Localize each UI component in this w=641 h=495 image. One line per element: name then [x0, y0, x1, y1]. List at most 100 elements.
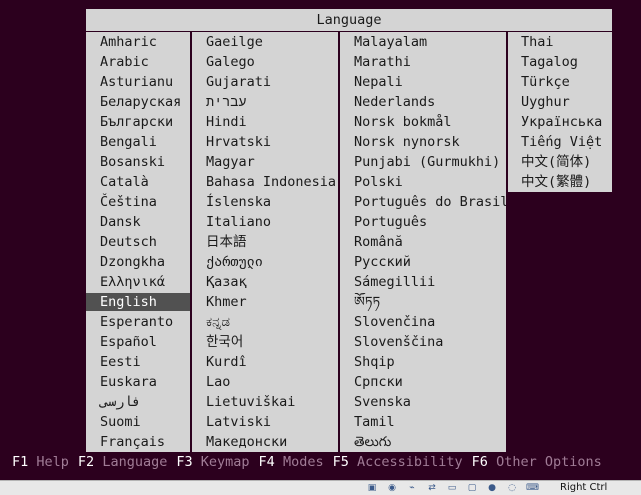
- language-option[interactable]: 中文(简体): [508, 153, 612, 171]
- language-option[interactable]: Norsk nynorsk: [340, 133, 506, 151]
- language-option[interactable]: עברית: [192, 93, 338, 111]
- language-option[interactable]: Gaeilge: [192, 33, 338, 51]
- language-option[interactable]: Català: [86, 173, 190, 191]
- function-key-code: F6: [471, 454, 488, 470]
- language-option[interactable]: Galego: [192, 53, 338, 71]
- language-option[interactable]: ༀཏཏ: [340, 293, 506, 311]
- language-option[interactable]: Dansk: [86, 213, 190, 231]
- language-option[interactable]: Nepali: [340, 73, 506, 91]
- language-option[interactable]: Español: [86, 333, 190, 351]
- language-option[interactable]: Български: [86, 113, 190, 131]
- language-option[interactable]: Polski: [340, 173, 506, 191]
- language-option[interactable]: Sámegillii: [340, 273, 506, 291]
- language-column-1: Amharic Arabic Asturianu Беларуская Българск…: [86, 32, 190, 452]
- language-option[interactable]: Slovenčina: [340, 313, 506, 331]
- language-option[interactable]: Arabic: [86, 53, 190, 71]
- video-capture-icon[interactable]: ●: [486, 483, 498, 494]
- language-option[interactable]: Bahasa Indonesia: [192, 173, 338, 191]
- language-option[interactable]: Deutsch: [86, 233, 190, 251]
- function-key-label: Other Options: [496, 454, 602, 470]
- language-option[interactable]: Asturianu: [86, 73, 190, 91]
- language-option[interactable]: Punjabi (Gurmukhi): [340, 153, 506, 171]
- language-option[interactable]: Hindi: [192, 113, 338, 131]
- function-key-f3[interactable]: F3 Keymap: [176, 454, 249, 470]
- language-option[interactable]: Hrvatski: [192, 133, 338, 151]
- language-option[interactable]: Íslenska: [192, 193, 338, 211]
- language-option[interactable]: తెలుగు: [340, 433, 506, 451]
- language-option[interactable]: Magyar: [192, 153, 338, 171]
- language-option[interactable]: Português do Brasil: [340, 193, 506, 211]
- keyboard-capture-icon[interactable]: ⌨: [526, 483, 539, 494]
- language-option[interactable]: Kurdî: [192, 353, 338, 371]
- language-option[interactable]: Svenska: [340, 393, 506, 411]
- function-key-code: F1: [12, 454, 29, 470]
- language-option[interactable]: فارسی: [86, 393, 190, 411]
- language-option[interactable]: Uyghur: [508, 93, 612, 111]
- language-option[interactable]: Français: [86, 433, 190, 451]
- language-column-3: Malayalam Marathi Nepali Nederlands Norsk bo…: [340, 32, 506, 452]
- function-key-bar: F1 Help F2 Language F3 Keymap F4 Modes F5 Ac…: [12, 453, 611, 471]
- function-key-label: Help: [36, 454, 69, 470]
- language-option[interactable]: Latviski: [192, 413, 338, 431]
- function-key-f4[interactable]: F4 Modes: [259, 454, 324, 470]
- language-option[interactable]: Қазақ: [192, 273, 338, 291]
- function-key-f1[interactable]: F1 Help: [12, 454, 69, 470]
- language-option[interactable]: Italiano: [192, 213, 338, 231]
- language-option[interactable]: Shqip: [340, 353, 506, 371]
- language-option[interactable]: Lietuviškai: [192, 393, 338, 411]
- function-key-code: F4: [258, 454, 275, 470]
- language-option[interactable]: Lao: [192, 373, 338, 391]
- language-option[interactable]: Português: [340, 213, 506, 231]
- language-option[interactable]: Македонски: [192, 433, 338, 451]
- language-option[interactable]: Marathi: [340, 53, 506, 71]
- function-key-code: F5: [332, 454, 349, 470]
- language-option[interactable]: ქართული: [192, 253, 338, 271]
- language-option[interactable]: Türkçe: [508, 73, 612, 91]
- language-option[interactable]: ಕನ್ನಡ: [192, 313, 338, 331]
- mouse-integration-icon[interactable]: ◌: [506, 483, 518, 494]
- network-icon[interactable]: ⇄: [426, 483, 438, 494]
- function-key-label: Accessibility: [357, 454, 463, 470]
- language-option[interactable]: Українська: [508, 113, 612, 131]
- function-key-f2[interactable]: F2 Language: [78, 454, 167, 470]
- language-option[interactable]: Nederlands: [340, 93, 506, 111]
- language-option[interactable]: Euskara: [86, 373, 190, 391]
- language-option[interactable]: Tamil: [340, 413, 506, 431]
- language-option[interactable]: Eesti: [86, 353, 190, 371]
- language-option[interactable]: Slovenščina: [340, 333, 506, 351]
- language-option[interactable]: Thai: [508, 33, 612, 51]
- language-option[interactable]: Dzongkha: [86, 253, 190, 271]
- usb-icon[interactable]: ⌁: [406, 483, 418, 494]
- language-option[interactable]: Română: [340, 233, 506, 251]
- language-option[interactable]: Suomi: [86, 413, 190, 431]
- function-key-f6[interactable]: F6 Other Options: [472, 454, 602, 470]
- vm-status-bar: ▣ ◉ ⌁ ⇄ ▭ ▢ ● ◌ ⌨ Right Ctrl: [0, 480, 641, 495]
- display-icon[interactable]: ▢: [466, 483, 478, 494]
- cd-icon[interactable]: ◉: [386, 483, 398, 494]
- language-option[interactable]: Српски: [340, 373, 506, 391]
- host-key-label: Right Ctrl: [560, 482, 608, 493]
- language-option-selected[interactable]: English: [86, 293, 190, 311]
- language-option[interactable]: 한국어: [192, 333, 338, 351]
- shared-folder-icon[interactable]: ▭: [446, 483, 458, 494]
- function-key-label: Modes: [282, 454, 324, 470]
- language-option[interactable]: Bengali: [86, 133, 190, 151]
- hard-disk-icon[interactable]: ▣: [366, 483, 378, 494]
- language-option[interactable]: Tiếng Việt: [508, 133, 612, 151]
- language-option[interactable]: Norsk bokmål: [340, 113, 506, 131]
- function-key-f5[interactable]: F5 Accessibility: [333, 454, 463, 470]
- language-option[interactable]: Esperanto: [86, 313, 190, 331]
- language-option[interactable]: Bosanski: [86, 153, 190, 171]
- language-option[interactable]: Tagalog: [508, 53, 612, 71]
- language-option[interactable]: 日本語: [192, 233, 338, 251]
- language-option[interactable]: 中文(繁體): [508, 173, 612, 191]
- language-option[interactable]: Amharic: [86, 33, 190, 51]
- language-option[interactable]: Беларуская: [86, 93, 190, 111]
- language-option[interactable]: Gujarati: [192, 73, 338, 91]
- language-option[interactable]: Čeština: [86, 193, 190, 211]
- language-option[interactable]: Malayalam: [340, 33, 506, 51]
- language-option[interactable]: Khmer: [192, 293, 338, 311]
- language-dialog: Language Amharic Arabic Asturianu Беларуска…: [86, 9, 612, 452]
- language-option[interactable]: Ελληνικά: [86, 273, 190, 291]
- language-option[interactable]: Русский: [340, 253, 506, 271]
